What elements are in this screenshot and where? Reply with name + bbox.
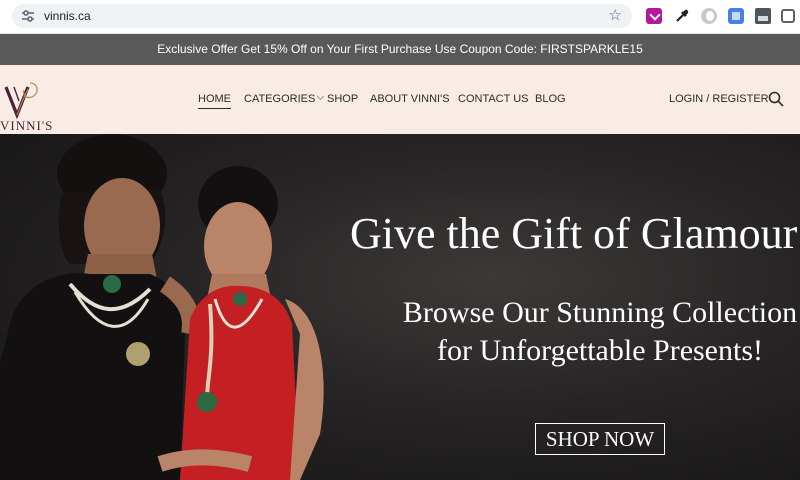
download-extension-icon[interactable] [646, 8, 662, 24]
nav-categories-label: CATEGORIES [244, 93, 316, 105]
browser-toolbar: vinnis.ca ☆ [0, 0, 800, 34]
login-register-link[interactable]: LOGIN / REGISTER [669, 93, 769, 106]
hero-subtitle-line2: for Unforgettable Presents! [436, 334, 763, 367]
image-extension-icon[interactable] [755, 8, 771, 24]
promo-bar: Exclusive Offer Get 15% Off on Your Firs… [0, 34, 800, 65]
nav-blog[interactable]: BLOG [535, 93, 566, 106]
nav-categories[interactable]: CATEGORIES [244, 92, 325, 106]
hero-subtitle: Browse Our Stunning Collection for Unfor… [360, 294, 800, 370]
nav-home[interactable]: HOME [198, 93, 231, 109]
models-photo [0, 134, 324, 480]
puzzle-icon[interactable] [781, 9, 795, 23]
circle-extension-icon[interactable] [701, 8, 717, 24]
address-bar[interactable]: vinnis.ca ☆ [12, 4, 632, 28]
url-text[interactable]: vinnis.ca [44, 9, 91, 23]
nav-shop[interactable]: SHOP [327, 93, 358, 106]
hero-subtitle-line1: Browse Our Stunning Collection [402, 296, 798, 329]
bookmark-star-icon[interactable]: ☆ [609, 7, 622, 25]
promo-text: Exclusive Offer Get 15% Off on Your Firs… [157, 42, 643, 56]
logo-text[interactable]: VINNI'S [0, 118, 53, 134]
chevron-down-icon [317, 92, 325, 101]
site-header: VINNI'S HOME CATEGORIES SHOP ABOUT VINNI… [0, 65, 800, 134]
shop-now-button[interactable]: SHOP NOW [535, 423, 665, 455]
hero-banner: Give the Gift of Glamour Browse Our Stun… [0, 134, 800, 480]
translate-icon[interactable] [728, 8, 744, 24]
site-settings-icon[interactable] [21, 9, 35, 23]
hero-title: Give the Gift of Glamour [350, 209, 798, 258]
nav-contact[interactable]: CONTACT US [458, 93, 529, 106]
nav-about[interactable]: ABOUT VINNI'S [370, 93, 450, 106]
search-icon[interactable] [768, 91, 784, 107]
eyedropper-icon[interactable] [674, 8, 690, 24]
